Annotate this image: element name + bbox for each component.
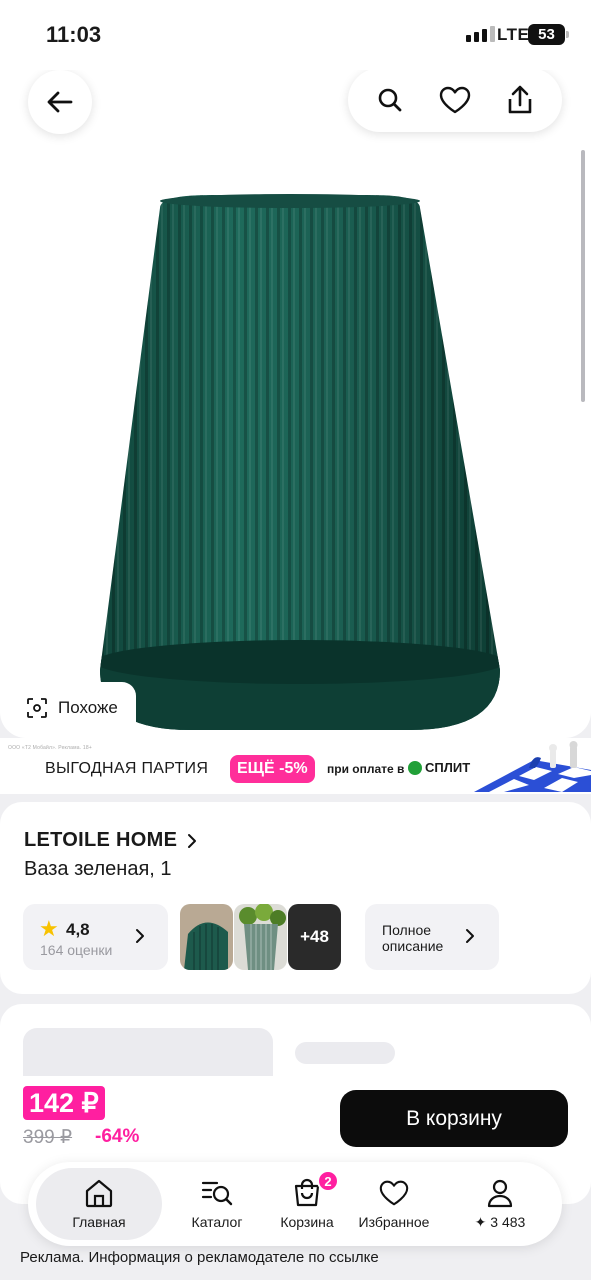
split-logo: СПЛИТ [408,760,470,775]
heart-icon [379,1180,409,1206]
banner-payment-text: при оплате в [327,762,405,776]
gallery-scrollbar[interactable] [581,150,585,402]
favorite-button[interactable] [431,76,479,124]
promo-banner[interactable]: ООО «Т2 Мобайл». Реклама. 18+ ВЫГОДНАЯ П… [0,738,591,794]
battery-icon: 53 [528,24,569,45]
rating-value: 4,8 [66,920,90,939]
chevron-right-icon [466,929,474,943]
banner-title: ВЫГОДНАЯ ПАРТИЯ [45,760,209,777]
purchase-bar: 142 ₽ 399 ₽ -64% В корзину [0,1076,591,1166]
tab-catalog-label: Каталог [191,1214,243,1230]
share-icon [508,85,531,114]
old-price: 399 ₽ [23,1127,73,1148]
discount-label: -64% [95,1126,140,1147]
scan-icon [27,698,47,718]
similar-button[interactable]: Похоже [12,682,136,734]
network-label: LTE [497,25,530,44]
signal-icon [466,26,495,42]
share-button[interactable] [496,76,544,124]
back-button[interactable] [28,70,92,134]
banner-badge: ЕЩЁ -5% [230,755,315,783]
tab-profile[interactable]: ✦ 3 483 [446,1168,554,1240]
tab-home[interactable]: Главная [36,1168,162,1240]
star-icon: ★ [39,916,59,941]
search-button[interactable] [366,76,414,124]
catalog-search-icon [201,1181,233,1206]
bottom-tab-bar: Главная Каталог 2 Корзина Избранное ✦ 3 … [28,1162,562,1246]
arrow-left-icon [47,91,73,113]
review-photo-thumbnail[interactable] [180,904,233,970]
chevron-right-icon [136,929,144,943]
split-icon [408,760,422,775]
current-price: 142 ₽ [23,1086,105,1120]
reviews-button[interactable]: ★ 4,8 164 оценки [23,904,168,970]
brand-link[interactable]: LETOILE HOME [24,829,197,852]
tab-favorites[interactable]: Избранное [342,1168,446,1240]
review-photo-thumbnail[interactable] [234,904,287,970]
product-title: Ваза зеленая, 1 [24,858,172,880]
brand-name: LETOILE HOME [24,829,178,851]
status-bar: 11:03 LTE 53 [0,0,591,70]
vase-photo-icon [180,904,233,970]
tab-favorites-label: Избранное [358,1214,430,1230]
heart-icon [439,86,471,114]
add-to-cart-button[interactable]: В корзину [340,1090,568,1147]
tab-cart-label: Корзина [280,1214,334,1230]
skeleton-line [295,1042,395,1064]
banner-fine-print: ООО «Т2 Мобайл». Реклама. 18+ [8,745,92,751]
advertiser-info-link[interactable]: Реклама. Информация о рекламодателе по с… [20,1249,379,1266]
product-gallery[interactable]: Похоже [0,70,591,738]
product-image[interactable] [90,190,510,735]
tab-home-label: Главная [72,1214,126,1230]
vase-photo-icon [234,904,287,970]
search-icon [379,88,402,112]
chessboard-illustration [474,741,591,792]
rating-count: 164 оценки [40,942,113,958]
more-photos-button[interactable]: +48 [288,904,341,970]
similar-label: Похоже [58,698,118,717]
split-label: СПЛИТ [425,760,471,775]
product-info-card: LETOILE HOME Ваза зеленая, 1 ★ 4,8 164 о… [0,802,591,994]
chevron-right-icon [188,833,197,848]
tab-profile-label: ✦ 3 483 [474,1214,526,1230]
full-description-button[interactable]: Полное описание [365,904,499,970]
home-icon [85,1179,113,1208]
top-actions [348,70,562,132]
cart-count-badge: 2 [317,1170,339,1192]
status-time: 11:03 [46,22,102,47]
more-photos-count: +48 [300,927,329,946]
user-icon [487,1179,513,1208]
full-description-label: Полное описание [382,922,444,954]
